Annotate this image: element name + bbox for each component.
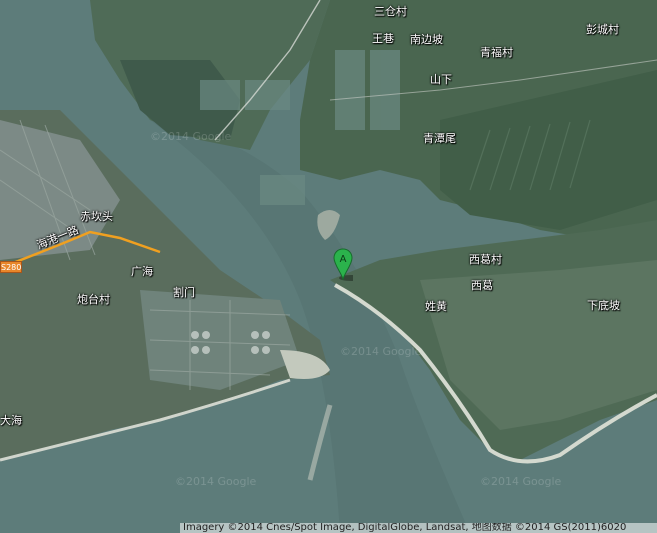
watermark-text: ©2014 Google	[150, 130, 232, 143]
place-label-nanbianpo[interactable]: 南边坡	[410, 31, 443, 47]
place-label-qingtanwei[interactable]: 青潭尾	[423, 130, 456, 146]
place-label-dahai[interactable]: 大海	[0, 412, 22, 428]
place-label-gemen[interactable]: 割门	[173, 284, 195, 300]
watermark-text: ©2014 Google	[480, 475, 562, 488]
place-label-xige[interactable]: 西葛	[471, 277, 493, 293]
map-marker-a[interactable]: A	[333, 248, 363, 282]
place-label-pengchengcun[interactable]: 彭城村	[586, 21, 619, 37]
place-label-xinghuang[interactable]: 姓黄	[425, 298, 447, 314]
location-pin-icon: A	[333, 248, 363, 281]
place-label-xiadipo[interactable]: 下底坡	[587, 297, 620, 313]
marker-letter: A	[340, 254, 347, 265]
place-label-paotaicun[interactable]: 炮台村	[77, 291, 110, 307]
satellite-map[interactable]: ©2014 Google ©2014 Google ©2014 Google ©…	[0, 0, 657, 533]
place-label-shanxia[interactable]: 山下	[430, 71, 452, 87]
watermark-text: ©2014 Google	[340, 345, 422, 358]
map-attribution: Imagery ©2014 Cnes/Spot Image, DigitalGl…	[180, 523, 657, 533]
road-shield: S280	[0, 261, 22, 273]
place-label-chikantou[interactable]: 赤坎头	[80, 208, 113, 224]
place-label-xigecun[interactable]: 西葛村	[469, 251, 502, 267]
place-label-qingfucun[interactable]: 青福村	[480, 44, 513, 60]
watermark-text: ©2014 Google	[175, 475, 257, 488]
satellite-imagery	[0, 0, 657, 533]
place-label-wangxiang[interactable]: 王巷	[372, 30, 394, 46]
place-label-guanghai[interactable]: 广海	[131, 263, 153, 279]
place-label-sancangcun[interactable]: 三仓村	[374, 3, 407, 19]
